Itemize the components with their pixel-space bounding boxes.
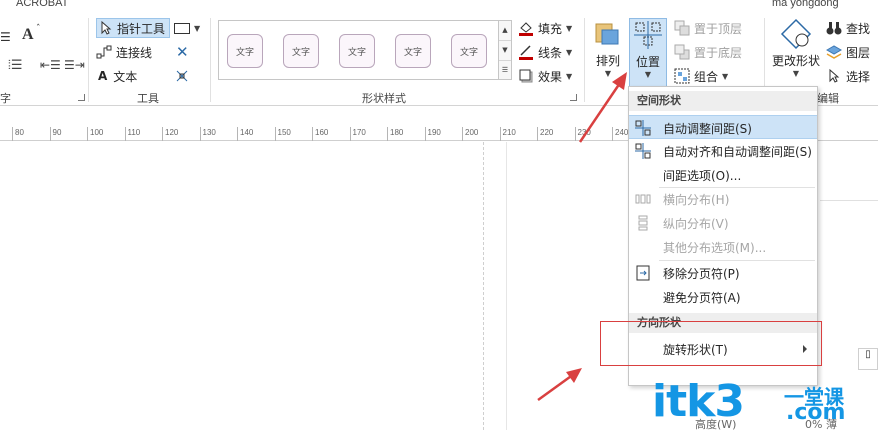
watermark-brand: itk3: [652, 376, 745, 427]
annotation-arrow-down: [537, 368, 582, 402]
watermark-com: .com: [786, 400, 846, 425]
annotation-arrows: [537, 72, 627, 402]
annotation-arrow-up: [578, 72, 627, 143]
